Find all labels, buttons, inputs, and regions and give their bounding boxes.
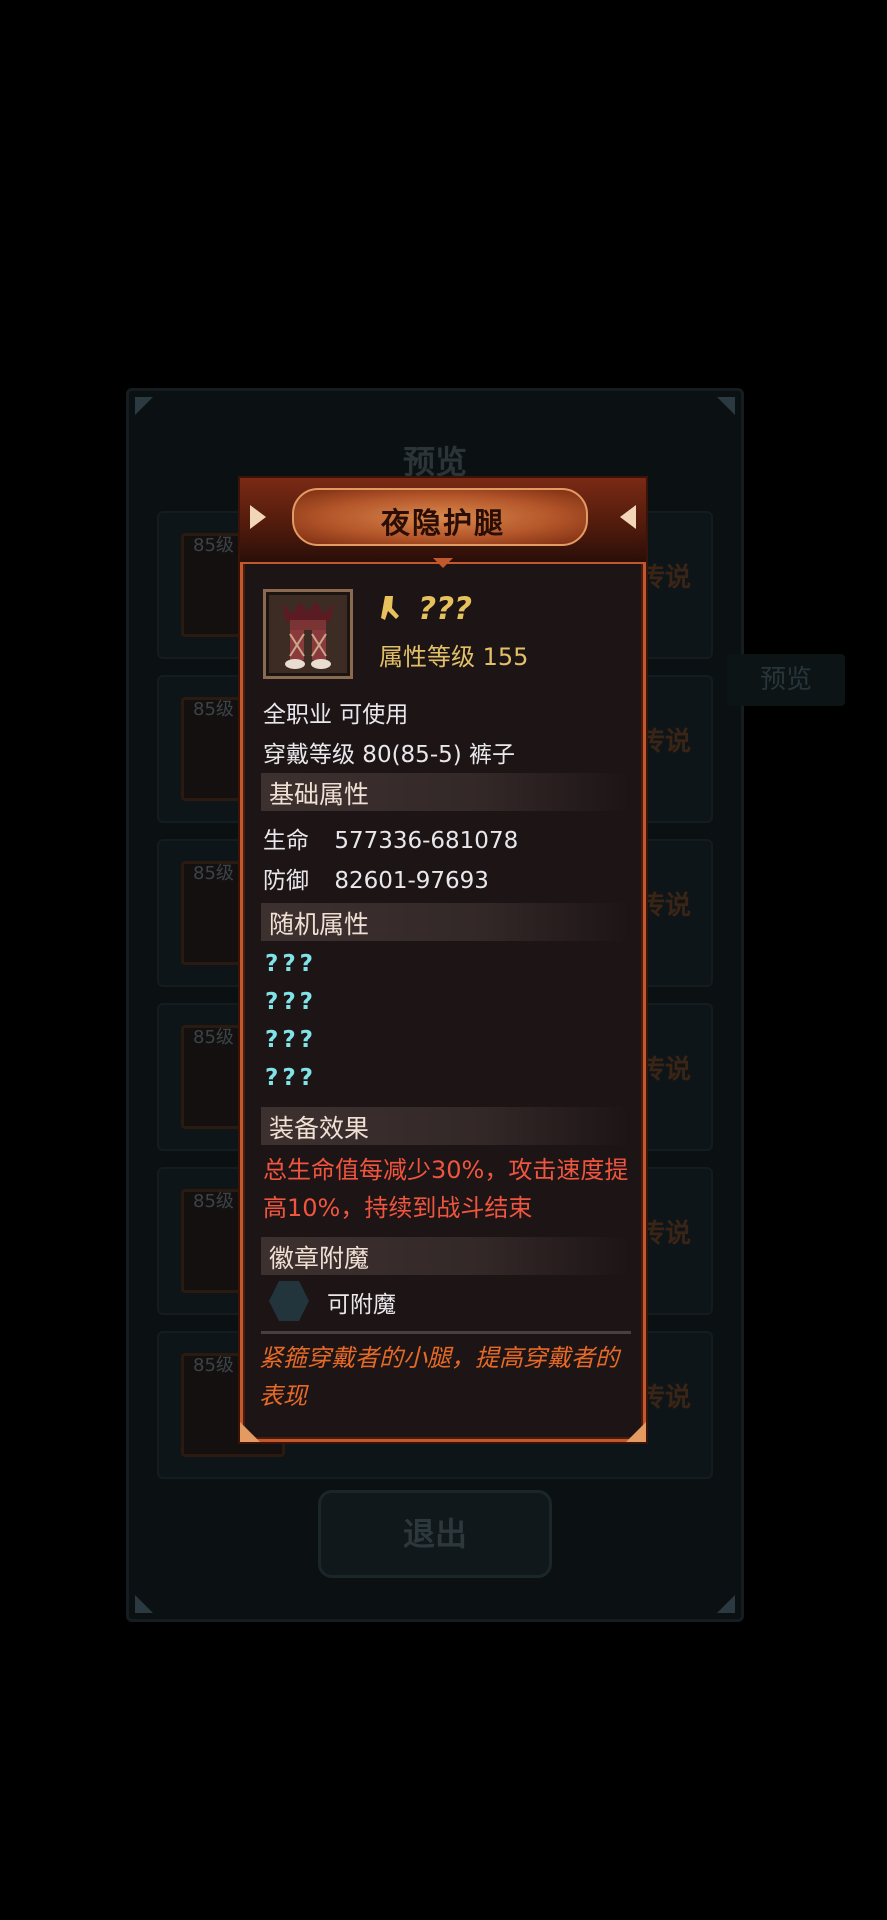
random-stat-unknown: ??? bbox=[265, 951, 318, 977]
section-base-stats: 基础属性 bbox=[261, 773, 631, 811]
attribute-level: 属性等级 155 bbox=[379, 643, 529, 671]
stat-value: 577336-681078 bbox=[334, 828, 519, 854]
section-title: 随机属性 bbox=[269, 910, 370, 939]
enchant-socket-icon[interactable] bbox=[269, 1281, 309, 1321]
random-stat-unknown: ??? bbox=[265, 1027, 318, 1053]
frame-corner-ornament bbox=[626, 1422, 646, 1442]
section-random-stats: 随机属性 bbox=[261, 903, 631, 941]
equipment-level: 85级 bbox=[193, 1027, 234, 1048]
rarity-tag: 传说 bbox=[638, 891, 691, 921]
rarity-tag: 传说 bbox=[638, 1383, 691, 1413]
rarity-tag: 传说 bbox=[638, 1219, 691, 1249]
equipment-level: 85级 bbox=[193, 1191, 234, 1212]
section-title: 装备效果 bbox=[269, 1114, 370, 1143]
equipment-level: 85级 bbox=[193, 699, 234, 720]
frame-corner-ornament bbox=[240, 1422, 260, 1442]
section-title: 基础属性 bbox=[269, 780, 370, 809]
random-stat-unknown: ??? bbox=[265, 1065, 318, 1091]
section-title: 徽章附魔 bbox=[269, 1244, 370, 1273]
header-notch-ornament bbox=[433, 558, 453, 568]
stat-value: 82601-97693 bbox=[334, 868, 489, 894]
equipment-level: 85级 bbox=[193, 863, 234, 884]
item-title: 夜隐护腿 bbox=[380, 506, 505, 540]
popup-header: 夜隐护腿 bbox=[240, 478, 646, 568]
preview-button[interactable]: 预览 bbox=[727, 654, 845, 706]
exit-button[interactable]: 退出 bbox=[318, 1490, 552, 1578]
panel-corner-ornament bbox=[135, 1595, 153, 1613]
equipment-level: 85级 bbox=[193, 535, 234, 556]
leg-armor-icon bbox=[282, 602, 334, 669]
rarity-tag: 传说 bbox=[638, 1055, 691, 1085]
right-arrow-icon bbox=[620, 505, 636, 529]
panel-corner-ornament bbox=[717, 1595, 735, 1613]
enchant-label: 可附魔 bbox=[327, 1292, 396, 1318]
random-stat-unknown: ??? bbox=[265, 989, 318, 1015]
preview-panel-title: 预览 bbox=[402, 443, 467, 481]
section-equip-effect: 装备效果 bbox=[261, 1107, 631, 1145]
item-name: ??? bbox=[418, 591, 473, 627]
wear-requirement: 穿戴等级 80(85-5) 裤子 bbox=[263, 742, 516, 768]
section-badge-enchant: 徽章附魔 bbox=[261, 1237, 631, 1275]
equip-effect-text: 总生命值每减少30%，攻击速度提高10%，持续到战斗结束 bbox=[263, 1156, 629, 1222]
rarity-tag: 传说 bbox=[638, 563, 691, 593]
equipment-level: 85级 bbox=[193, 1355, 234, 1376]
panel-corner-ornament bbox=[717, 397, 735, 415]
item-detail-popup: 夜隐护腿 ??? 属性等级 155 全职业 可使用 穿戴等级 80(85-5) … bbox=[240, 478, 646, 1442]
item-icon bbox=[263, 589, 353, 679]
stat-row: 防御 82601-97693 bbox=[263, 861, 489, 895]
item-description: 紧箍穿戴者的小腿，提高穿戴者的表现 bbox=[259, 1344, 619, 1410]
class-requirement: 全职业 可使用 bbox=[263, 702, 409, 728]
divider bbox=[261, 1331, 631, 1334]
stat-name: 生命 bbox=[263, 828, 309, 854]
item-name-row: ??? bbox=[379, 591, 472, 631]
rarity-tag: 传说 bbox=[638, 727, 691, 757]
panel-corner-ornament bbox=[135, 397, 153, 415]
stat-row: 生命 577336-681078 bbox=[263, 821, 518, 855]
stat-name: 防御 bbox=[263, 868, 309, 894]
leg-slot-icon bbox=[381, 596, 399, 620]
